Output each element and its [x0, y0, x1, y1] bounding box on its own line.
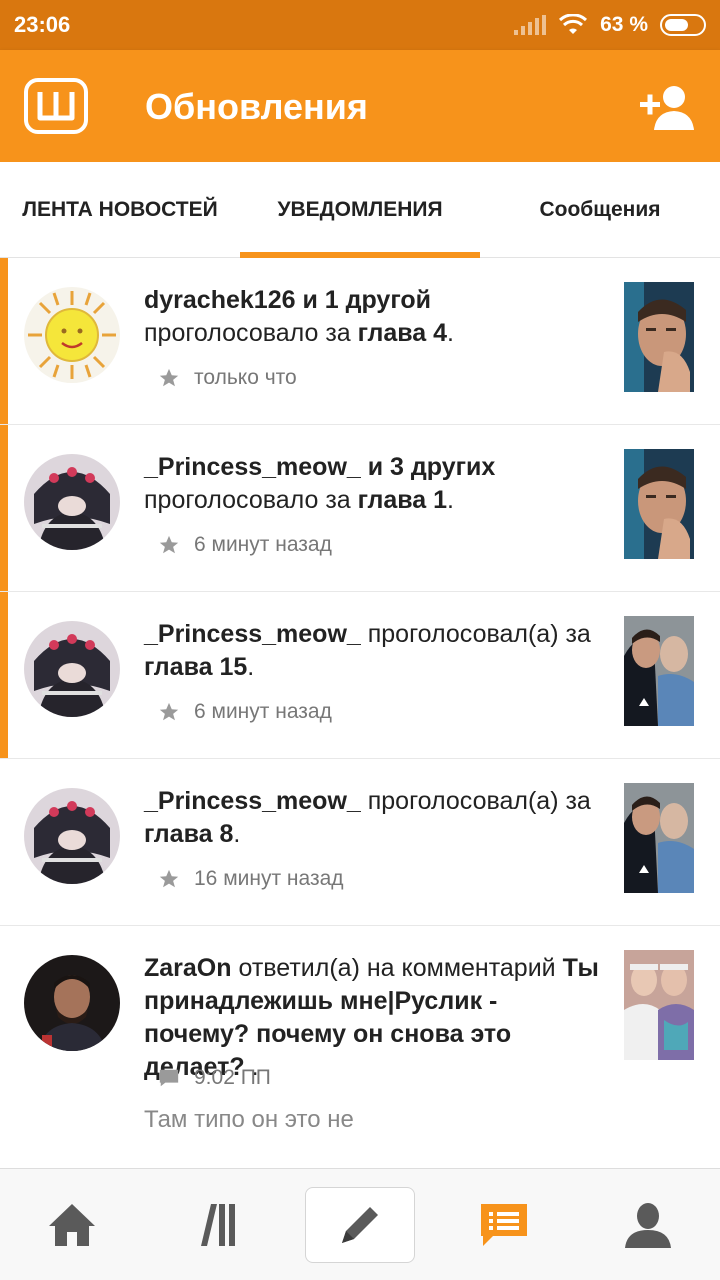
notification-user[interactable]: dyrachek126 и 1 другой [144, 286, 431, 314]
app-bar: Обновления [0, 50, 720, 162]
tab-news-feed[interactable]: ЛЕНТА НОВОСТЕЙ [0, 162, 240, 258]
home-icon [49, 1204, 95, 1246]
status-bar: 23:06 63 % [0, 0, 720, 50]
avatar[interactable] [24, 454, 120, 550]
notification-item[interactable]: dyrachek126 и 1 другой проголосовало за … [0, 258, 720, 425]
notification-time: только что [194, 366, 297, 389]
tab-messages[interactable]: Сообщения [480, 162, 720, 258]
nav-profile[interactable] [576, 1169, 720, 1280]
library-icon [201, 1204, 235, 1246]
notification-item[interactable]: ZaraOn ответил(а) на комментарий Ты прин… [0, 926, 720, 1166]
notification-text: _Princess_meow_ проголосовал(а) за глава… [144, 620, 591, 681]
story-cover-thumbnail[interactable] [624, 783, 694, 893]
status-indicators: 63 % [514, 13, 706, 37]
bottom-nav [0, 1168, 720, 1280]
notification-time: 16 минут назад [194, 867, 344, 890]
notification-target[interactable]: глава 8 [144, 820, 233, 848]
nav-notifications[interactable] [432, 1169, 576, 1280]
avatar[interactable] [24, 621, 120, 717]
notification-target[interactable]: глава 15 [144, 653, 247, 681]
star-icon [159, 368, 179, 387]
notification-meta: 6 минут назад [158, 533, 332, 557]
nav-home[interactable] [0, 1169, 144, 1280]
story-cover-thumbnail[interactable] [624, 449, 694, 559]
status-time: 23:06 [14, 12, 71, 37]
nav-write[interactable] [288, 1169, 432, 1280]
notification-list: dyrachek126 и 1 другой проголосовало за … [0, 258, 720, 1166]
notification-time: 9:02 ПП [194, 1066, 271, 1089]
wattpad-logo-icon[interactable] [24, 78, 88, 134]
avatar[interactable] [24, 287, 120, 383]
notification-text: ZaraOn ответил(а) на комментарий Ты прин… [144, 954, 599, 1081]
story-cover-thumbnail[interactable] [624, 282, 694, 392]
notifications-icon [481, 1204, 527, 1246]
notification-item[interactable]: _Princess_meow_ и 3 других проголосовало… [0, 425, 720, 592]
comment-icon [159, 1069, 179, 1087]
star-icon [159, 869, 179, 888]
battery-percent: 63 % [600, 13, 648, 36]
nav-library[interactable] [144, 1169, 288, 1280]
notification-target[interactable]: глава 1 [358, 486, 447, 514]
notification-user[interactable]: _Princess_meow_ [144, 620, 361, 648]
profile-icon [625, 1203, 671, 1248]
notification-meta: 16 минут назад [158, 867, 344, 891]
story-cover-thumbnail[interactable] [624, 950, 694, 1060]
signal-icon [514, 15, 547, 35]
notification-user[interactable]: ZaraOn [144, 954, 232, 982]
notification-user[interactable]: _Princess_meow_ [144, 787, 361, 815]
notification-text: dyrachek126 и 1 другой проголосовало за … [144, 286, 454, 347]
notification-meta: только что [158, 366, 297, 390]
battery-icon [660, 14, 706, 36]
page-title: Обновления [145, 86, 368, 127]
wifi-icon [559, 14, 588, 34]
add-user-icon [640, 86, 694, 130]
notification-meta: 6 минут назад [158, 700, 332, 724]
notification-time: 6 минут назад [194, 700, 332, 723]
notification-text: _Princess_meow_ и 3 других проголосовало… [144, 453, 496, 514]
star-icon [159, 535, 179, 554]
notification-item[interactable]: _Princess_meow_ проголосовал(а) за глава… [0, 592, 720, 759]
tab-notifications[interactable]: УВЕДОМЛЕНИЯ [240, 162, 480, 258]
story-cover-thumbnail[interactable] [624, 616, 694, 726]
compose-button[interactable] [305, 1187, 415, 1263]
star-icon [159, 702, 179, 721]
notification-target[interactable]: глава 4 [358, 319, 447, 347]
pencil-icon [342, 1207, 378, 1243]
notification-time: 6 минут назад [194, 533, 332, 556]
notification-text: _Princess_meow_ проголосовал(а) за глава… [144, 787, 591, 848]
notification-meta: 9:02 ПП [158, 1066, 271, 1090]
tab-bar: ЛЕНТА НОВОСТЕЙ УВЕДОМЛЕНИЯ Сообщения [0, 162, 720, 258]
notification-item[interactable]: _Princess_meow_ проголосовал(а) за глава… [0, 759, 720, 926]
notification-user[interactable]: _Princess_meow_ и 3 других [144, 453, 495, 481]
comment-preview: Там типо он это не [144, 1106, 354, 1133]
add-user-button[interactable] [640, 84, 696, 137]
avatar[interactable] [24, 955, 120, 1051]
avatar[interactable] [24, 788, 120, 884]
